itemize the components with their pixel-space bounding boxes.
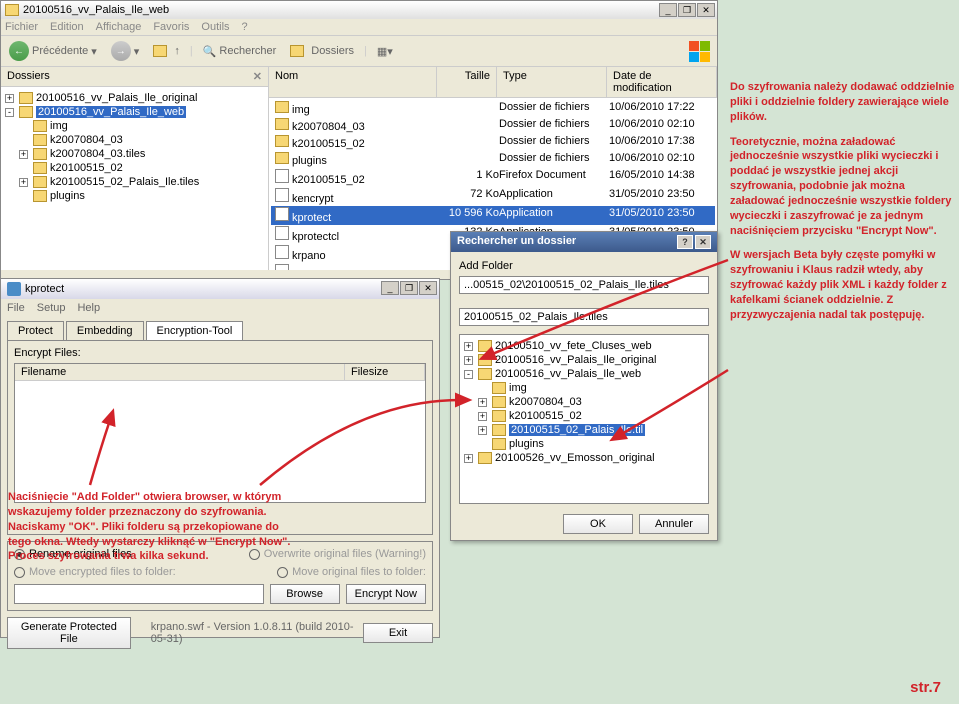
up-button[interactable]: ↑ [149, 43, 184, 59]
kprotect-footer: Generate Protected File krpano.swf - Ver… [7, 617, 433, 649]
file-row[interactable]: k20100515_02Dossier de fichiers10/06/201… [271, 134, 715, 151]
file-row[interactable]: pluginsDossier de fichiers10/06/2010 02:… [271, 151, 715, 168]
tree-item[interactable]: +20100526_vv_Emosson_original [464, 451, 704, 465]
annotation-left: Naciśnięcie "Add Folder" otwiera browser… [8, 490, 292, 564]
search-button[interactable]: 🔍 Rechercher [199, 43, 281, 60]
annotation-right: Do szyfrowania należy dodawać oddzielnie… [730, 80, 955, 333]
tree-item[interactable]: -20100516_vv_Palais_Ile_web [5, 105, 264, 119]
minimize-button[interactable]: _ [381, 281, 399, 295]
tree-item[interactable]: +20100515_02_Palais_Ile.til [464, 423, 704, 437]
generate-button[interactable]: Generate Protected File [7, 617, 131, 649]
dialog-path1: ...00515_02\20100515_02_Palais_Ile.tiles [459, 276, 709, 294]
tree-item[interactable]: +20100516_vv_Palais_Ile_original [464, 353, 704, 367]
kprotect-title: kprotect [25, 283, 64, 295]
maximize-button[interactable]: ❐ [400, 281, 418, 295]
tree-item[interactable]: +20100510_vv_fete_Cluses_web [464, 339, 704, 353]
tree-item[interactable]: +k20100515_02_Palais_Ile.tiles [5, 175, 264, 189]
folders-button[interactable]: Dossiers [286, 43, 358, 59]
tree-item[interactable]: -20100516_vv_Palais_Ile_web [464, 367, 704, 381]
menu-edition[interactable]: Edition [50, 21, 84, 33]
back-button[interactable]: ←Précédente ▾ [5, 39, 101, 63]
tree-item[interactable]: +k20070804_03 [464, 395, 704, 409]
file-row[interactable]: imgDossier de fichiers10/06/2010 17:22 [271, 100, 715, 117]
kprotect-titlebar[interactable]: kprotect _ ❐ ✕ [1, 279, 439, 299]
tree-panel-title: Dossiers [7, 70, 50, 83]
dialog-help-button[interactable]: ? [677, 235, 693, 249]
menu-help[interactable]: Help [77, 302, 100, 314]
ok-button[interactable]: OK [563, 514, 633, 534]
radio-move-orig[interactable]: Move original files to folder: [277, 566, 426, 578]
menu-favoris[interactable]: Favoris [153, 21, 189, 33]
encrypt-files-label: Encrypt Files: [14, 347, 426, 359]
browse-folder-dialog: Rechercher un dossier ?✕ Add Folder ...0… [450, 231, 718, 541]
kprotect-tabs: Protect Embedding Encryption-Tool [7, 321, 433, 340]
list-header[interactable]: Nom Taille Type Date de modification [269, 67, 717, 98]
menu-file[interactable]: File [7, 302, 25, 314]
maximize-button[interactable]: ❐ [678, 3, 696, 17]
dialog-close-button[interactable]: ✕ [695, 235, 711, 249]
view-button[interactable]: ▦▾ [373, 43, 397, 60]
menu-affichage[interactable]: Affichage [96, 21, 142, 33]
forward-button[interactable]: → ▾ [107, 39, 144, 63]
page-number: str.7 [910, 679, 941, 696]
cancel-button[interactable]: Annuler [639, 514, 709, 534]
tree-item[interactable]: img [464, 381, 704, 395]
folder-path-input[interactable] [14, 584, 264, 604]
file-row[interactable]: kencrypt72 KoApplication31/05/2010 23:50 [271, 187, 715, 206]
tree-item[interactable]: +20100516_vv_Palais_Ile_original [5, 91, 264, 105]
tab-protect[interactable]: Protect [7, 321, 64, 340]
tree-item[interactable]: k20070804_03 [5, 133, 264, 147]
dialog-path2[interactable]: 20100515_02_Palais_Ile.tiles [459, 308, 709, 326]
encrypt-now-button[interactable]: Encrypt Now [346, 584, 426, 604]
tree-item[interactable]: plugins [5, 189, 264, 203]
close-button[interactable]: ✕ [697, 3, 715, 17]
kprotect-window: kprotect _ ❐ ✕ File Setup Help Protect E… [0, 278, 440, 638]
tree-item[interactable]: img [5, 119, 264, 133]
minimize-button[interactable]: _ [659, 3, 677, 17]
exit-button[interactable]: Exit [363, 623, 433, 643]
windows-logo-icon [689, 41, 713, 61]
tab-encryption[interactable]: Encryption-Tool [146, 321, 244, 340]
close-button[interactable]: ✕ [419, 281, 437, 295]
tree-item[interactable]: +k20100515_02 [464, 409, 704, 423]
menu-help[interactable]: ? [242, 21, 248, 33]
tree-item[interactable]: k20100515_02 [5, 161, 264, 175]
explorer-menubar: Fichier Edition Affichage Favoris Outils… [1, 19, 717, 36]
file-row[interactable]: k20070804_03Dossier de fichiers10/06/201… [271, 117, 715, 134]
file-row[interactable]: k20100515_021 KoFirefox Document16/05/20… [271, 168, 715, 187]
dialog-titlebar[interactable]: Rechercher un dossier ?✕ [451, 232, 717, 252]
version-label: krpano.swf - Version 1.0.8.11 (build 201… [151, 621, 363, 645]
encrypt-file-list[interactable]: Filename Filesize [14, 363, 426, 503]
folder-icon [5, 4, 19, 16]
kprotect-icon [7, 282, 21, 296]
menu-setup[interactable]: Setup [37, 302, 66, 314]
explorer-titlebar[interactable]: 20100516_vv_Palais_Ile_web _ ❐ ✕ [1, 1, 717, 19]
dialog-label: Add Folder [459, 260, 709, 272]
tree-item[interactable]: +k20070804_03.tiles [5, 147, 264, 161]
browse-button[interactable]: Browse [270, 584, 340, 604]
folder-tree-panel: Dossiers ✕ +20100516_vv_Palais_Ile_origin… [1, 67, 269, 270]
radio-move-enc[interactable]: Move encrypted files to folder: [14, 566, 176, 578]
file-row[interactable]: kprotect10 596 KoApplication31/05/2010 2… [271, 206, 715, 225]
dialog-folder-tree[interactable]: +20100510_vv_fete_Cluses_web+20100516_vv… [459, 334, 709, 504]
explorer-toolbar: ←Précédente ▾ → ▾ ↑ | 🔍 Rechercher Dossi… [1, 36, 717, 67]
tab-embedding[interactable]: Embedding [66, 321, 144, 340]
close-panel-icon[interactable]: ✕ [253, 70, 262, 83]
window-title: 20100516_vv_Palais_Ile_web [23, 4, 169, 16]
kprotect-menu: File Setup Help [1, 299, 439, 317]
menu-fichier[interactable]: Fichier [5, 21, 38, 33]
tree-item[interactable]: plugins [464, 437, 704, 451]
menu-outils[interactable]: Outils [201, 21, 229, 33]
